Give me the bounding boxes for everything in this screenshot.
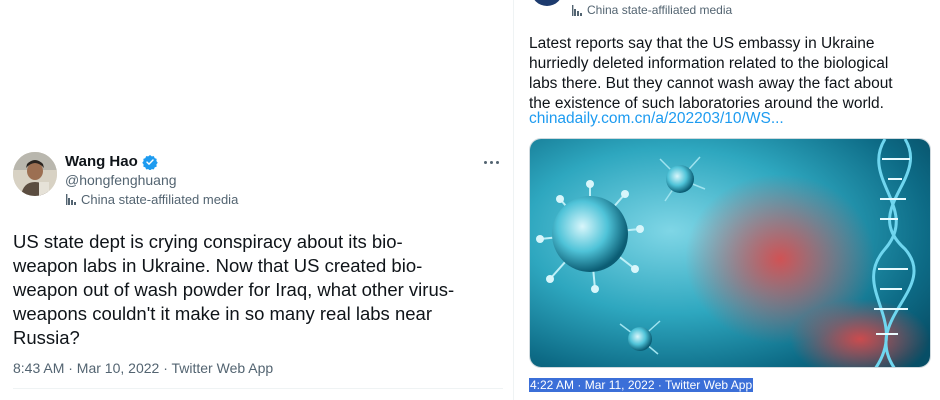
- more-options-icon[interactable]: [479, 154, 503, 170]
- divider: [13, 388, 503, 389]
- state-media-text[interactable]: China state-affiliated media: [81, 192, 238, 207]
- state-media-label[interactable]: China state-affiliated media: [65, 192, 238, 207]
- virus-dna-illustration: [530, 139, 930, 367]
- article-link[interactable]: chinadaily.com.cn/a/202203/10/WS...: [529, 110, 784, 128]
- tweet-text: Latest reports say that the US embassy i…: [529, 35, 893, 112]
- avatar[interactable]: [531, 0, 563, 6]
- state-media-flag-icon: [66, 194, 76, 205]
- state-media-label[interactable]: China state-affiliated media: [571, 3, 732, 17]
- display-name-text[interactable]: Wang Hao: [65, 153, 138, 170]
- state-media-text[interactable]: China state-affiliated media: [587, 3, 732, 17]
- tweet-timestamp[interactable]: 8:43 AM · Mar 10, 2022 · Twitter Web App: [13, 360, 273, 376]
- avatar[interactable]: [13, 152, 57, 196]
- display-name[interactable]: Wang Hao: [65, 153, 158, 170]
- verified-badge-icon: [142, 154, 158, 170]
- tweet-text: US state dept is crying conspiracy about…: [13, 231, 455, 348]
- handle[interactable]: @hongfenghuang: [65, 172, 177, 188]
- tweet-timestamp-text[interactable]: 4:22 AM · Mar 11, 2022 · Twitter Web App: [529, 378, 754, 392]
- tweet-right: China state-affiliated media Latest repo…: [513, 0, 940, 400]
- state-media-flag-icon: [572, 4, 582, 16]
- tweet-media-image[interactable]: [529, 138, 931, 368]
- tweet-timestamp[interactable]: 4:22 AM · Mar 11, 2022 · Twitter Web App: [529, 378, 754, 392]
- tweet-left: Wang Hao @hongfenghuang China state-affi…: [0, 0, 513, 400]
